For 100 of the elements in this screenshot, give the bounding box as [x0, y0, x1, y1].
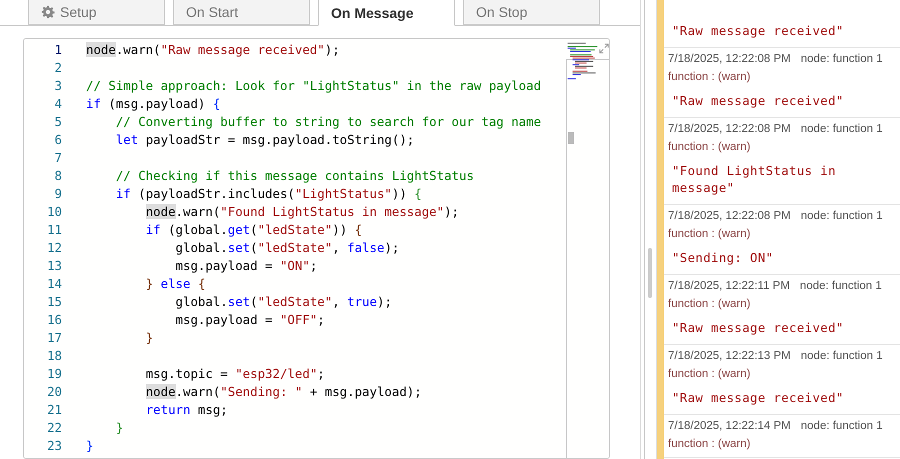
- scrollbar-thumb[interactable]: [568, 132, 574, 144]
- keyword: if: [86, 96, 101, 110]
- brace: {: [354, 222, 362, 236]
- code-text: msg.payload =: [176, 258, 274, 272]
- line-number: 15: [46, 294, 62, 308]
- brace: {: [198, 276, 206, 290]
- brace: }: [86, 438, 94, 452]
- code-text: .warn(: [176, 384, 220, 398]
- brace: }: [116, 420, 124, 434]
- message-text: "Raw message received": [672, 390, 845, 407]
- tab[interactable]: On Start: [173, 0, 310, 25]
- expand-icon[interactable]: [598, 43, 609, 54]
- line-number: 5: [54, 114, 62, 128]
- line-number: 4: [54, 96, 62, 110]
- code-text: global.: [176, 294, 228, 308]
- code-text: (msg.payload): [108, 96, 206, 110]
- timestamp: 7/18/2025, 12:22:08 PM: [668, 210, 791, 222]
- line-number: 12: [46, 240, 62, 254]
- code-text: (: [250, 240, 258, 254]
- line-number: 16: [46, 312, 62, 326]
- code-text: .warn(: [116, 42, 161, 56]
- line-number: 3: [54, 78, 62, 92]
- code-text: )): [332, 222, 348, 236]
- node-link[interactable]: node: function 1: [800, 350, 883, 362]
- line-number: 6: [54, 132, 62, 146]
- timestamp: 7/18/2025, 12:22:14 PM: [668, 420, 791, 432]
- code-editor[interactable]: [23, 38, 610, 459]
- brace: {: [414, 186, 422, 200]
- line-number: 19: [46, 366, 62, 380]
- code-text: payloadStr = msg.payload.toString();: [146, 132, 414, 146]
- line-number: 14: [46, 276, 62, 290]
- line-number: 10: [46, 204, 62, 218]
- string-literal: "Found LightStatus in message": [220, 204, 444, 218]
- string-literal: "esp32/led": [235, 366, 318, 380]
- keyword: let: [116, 132, 138, 146]
- brace: }: [146, 330, 154, 344]
- brace: {: [212, 96, 220, 110]
- string-literal: "ON": [280, 258, 310, 272]
- node-link[interactable]: node: function 1: [800, 210, 883, 222]
- highlighted-word: node: [146, 384, 176, 398]
- code-comment: // Simple approach: Look for "LightStatus" in the raw payload: [86, 78, 542, 92]
- line-number: 20: [46, 384, 62, 398]
- highlighted-word: node: [86, 42, 116, 56]
- keyword: true: [347, 294, 377, 308]
- gear-icon: [41, 5, 55, 19]
- code-text: ,: [332, 240, 341, 254]
- timestamp: 7/18/2025, 12:22:08 PM: [668, 123, 791, 135]
- string-literal: "OFF": [280, 312, 318, 326]
- tab[interactable]: On Stop: [463, 0, 600, 25]
- message-text: "Raw message received": [672, 93, 845, 110]
- node-link[interactable]: node: function 1: [800, 123, 883, 135]
- code-comment: // Checking if this message contains LightStatus: [116, 168, 474, 182]
- line-number: 22: [46, 420, 62, 434]
- line-number: 8: [54, 168, 62, 182]
- line-number: 11: [46, 222, 62, 236]
- code-text: ;: [317, 312, 325, 326]
- string-literal: "Sending: ": [220, 384, 302, 398]
- line-number: 23: [46, 438, 62, 452]
- code-text: + msg.payload);: [310, 384, 422, 398]
- line-number: 1: [54, 42, 62, 56]
- keyword: set: [228, 240, 250, 254]
- string-literal: "Raw message received": [160, 42, 325, 56]
- code-text: );: [444, 204, 460, 218]
- code-text: global.: [176, 240, 228, 254]
- keyword: false: [347, 240, 384, 254]
- code-text: );: [376, 294, 392, 308]
- code-text: ;: [317, 366, 325, 380]
- line-number: 7: [54, 150, 62, 164]
- line-number: 9: [54, 186, 62, 200]
- keyword: if: [116, 186, 131, 200]
- tab[interactable]: On Message: [318, 0, 455, 26]
- code-text: (global.: [168, 222, 228, 236]
- string-literal: "ledState": [258, 240, 332, 254]
- tab[interactable]: Setup: [28, 0, 165, 25]
- code-text: );: [324, 42, 340, 56]
- code-text: msg.topic =: [146, 366, 229, 380]
- timestamp: 7/18/2025, 12:22:11 PM: [668, 280, 790, 292]
- line-number: 2: [54, 60, 62, 74]
- string-literal: "ledState": [258, 222, 332, 236]
- keyword: get: [228, 222, 250, 236]
- highlighted-word: node: [146, 204, 176, 218]
- message-source: function : (warn): [668, 228, 752, 240]
- message-source: function : (warn): [668, 141, 752, 153]
- timestamp: 7/18/2025, 12:22:08 PM: [668, 53, 791, 65]
- node-link[interactable]: node: function 1: [800, 280, 882, 292]
- line-number: 13: [46, 258, 62, 272]
- code-text: (payloadStr.includes(: [138, 186, 295, 200]
- code-text: (: [250, 222, 258, 236]
- code-text: ,: [332, 294, 341, 308]
- message-text: "Raw message received": [672, 23, 845, 40]
- node-link[interactable]: node: function 1: [800, 420, 883, 432]
- code-text: .warn(: [176, 204, 220, 218]
- node-link[interactable]: node: function 1: [800, 53, 883, 65]
- message-text: "Raw message received": [672, 320, 845, 337]
- message-text: "Found LightStatus in message": [672, 163, 837, 197]
- code-text: ;: [310, 258, 318, 272]
- message-text: "Sending: ON": [672, 250, 774, 267]
- code-text: );: [384, 240, 400, 254]
- scrollbar-thumb[interactable]: [648, 248, 652, 298]
- code-text: (: [250, 294, 258, 308]
